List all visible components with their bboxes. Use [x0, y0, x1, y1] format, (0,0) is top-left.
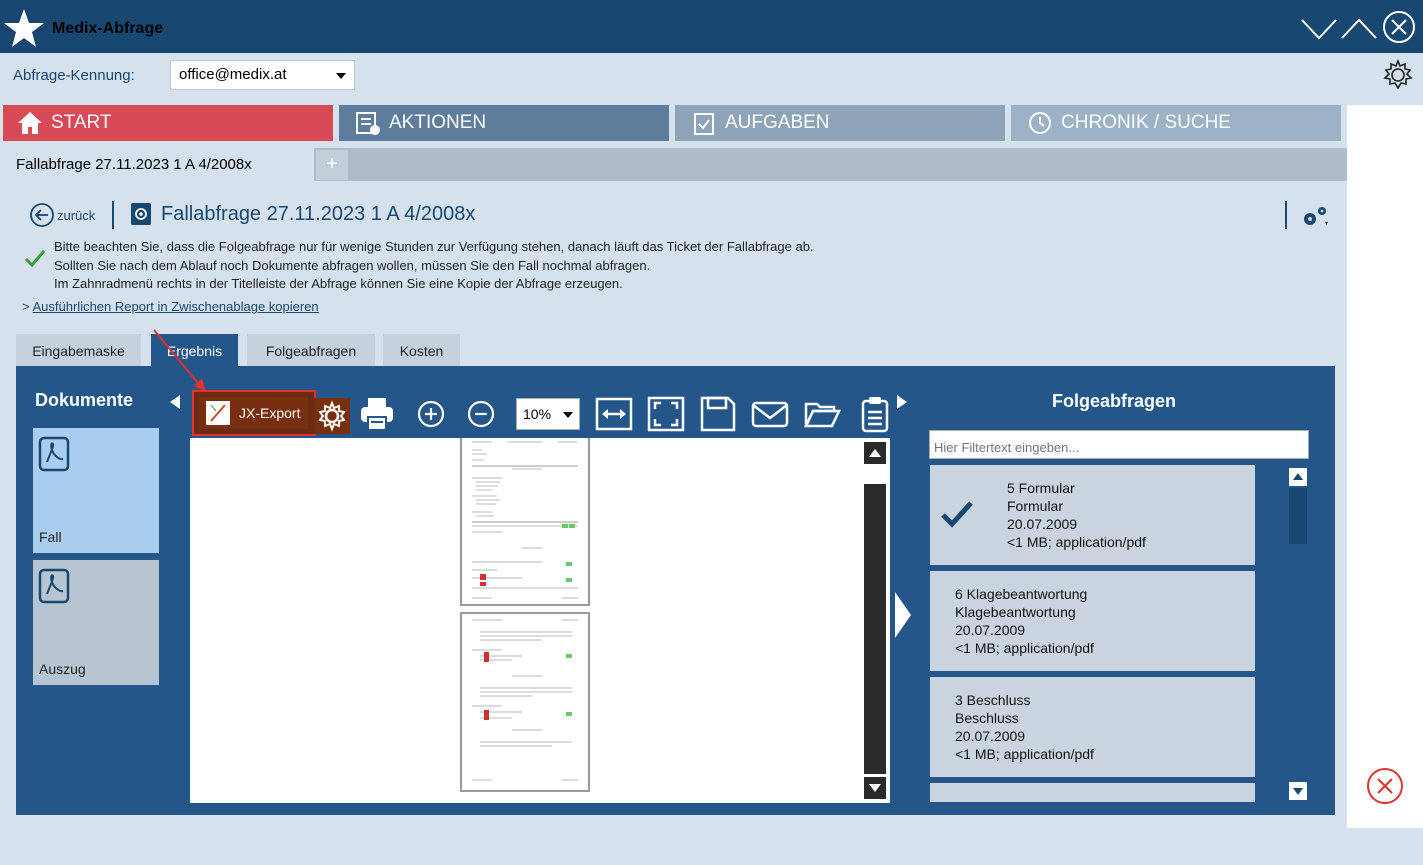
link-prefix: > [22, 299, 30, 314]
query-id-value: office@medix.at [179, 66, 287, 83]
chevron-down-icon [563, 412, 573, 418]
followup-line: 5 Formular [1007, 480, 1075, 496]
arrow-left-icon [30, 203, 54, 227]
divider [112, 201, 114, 229]
document-item[interactable]: Auszug [33, 560, 159, 685]
back-button[interactable]: zurück [29, 202, 95, 228]
folder-open-icon[interactable] [803, 395, 841, 433]
info-text-3: Im Zahnradmenü rechts in der Titelleiste… [54, 276, 623, 291]
copy-report-link[interactable]: > Ausführlichen Report in Zwischenablage… [22, 299, 319, 314]
fit-page-icon[interactable] [647, 395, 685, 433]
tab-start-label: START [51, 112, 112, 133]
annotation-arrow [150, 326, 210, 401]
close-query-icon[interactable] [1365, 766, 1405, 806]
scroll-down-icon[interactable] [864, 777, 886, 799]
filter-input[interactable] [929, 430, 1309, 459]
followups-title: Folgeabfragen [1052, 391, 1177, 411]
clock-icon [1029, 112, 1051, 134]
maximize-chevron-up-icon[interactable] [1340, 10, 1378, 44]
scroll-up-icon[interactable] [864, 442, 886, 464]
clipboard-check-icon [694, 113, 714, 135]
email-icon[interactable] [751, 395, 789, 433]
followup-line: 20.07.2009 [955, 622, 1026, 638]
followup-scroll-up-icon[interactable] [1289, 468, 1307, 486]
page-thumbnail[interactable] [460, 612, 590, 792]
page-thumbnail[interactable] [460, 438, 590, 606]
subtab-fallabfrage[interactable]: Fallabfrage 27.11.2023 1 A 4/2008x [0, 148, 314, 181]
tab-folgeabfragen[interactable]: Folgeabfragen [247, 334, 375, 367]
jx-export-button[interactable]: JX-Export [192, 390, 316, 436]
minimize-chevron-down-icon[interactable] [1300, 10, 1338, 44]
tab-aktionen[interactable]: AKTIONEN [339, 105, 669, 141]
add-tab-button[interactable]: + [316, 150, 348, 180]
jx-export-icon [206, 401, 230, 425]
followup-scroll-thumb[interactable] [1289, 488, 1307, 544]
fit-width-icon[interactable] [595, 395, 633, 433]
followup-line: <1 MB; application/pdf [955, 746, 1094, 762]
close-icon[interactable] [1380, 10, 1418, 44]
documents-title: Dokumente [35, 390, 134, 410]
contact-book-icon [128, 201, 154, 227]
bottom-bar [0, 815, 1347, 865]
followup-line: 6 Klagebeantwortung [955, 586, 1088, 602]
clipboard-icon[interactable] [856, 395, 894, 433]
followup-line: 3 Beschluss [955, 692, 1031, 708]
zoom-out-icon[interactable] [462, 395, 500, 433]
followup-line: <1 MB; application/pdf [1007, 534, 1146, 550]
pdf-icon [38, 568, 70, 604]
right-strip [1347, 105, 1423, 828]
tab-chronik-suche[interactable]: CHRONIK / SUCHE [1011, 105, 1341, 141]
check-icon [24, 247, 46, 269]
document-name: Fall [39, 529, 62, 545]
followup-line: Klagebeantwortung [955, 604, 1076, 620]
tab-kosten[interactable]: Kosten [383, 334, 460, 367]
followup-scroll-down-icon[interactable] [1289, 782, 1307, 800]
print-icon[interactable] [358, 395, 396, 433]
tab-chronik-label: CHRONIK / SUCHE [1061, 112, 1231, 133]
star-icon [3, 7, 45, 49]
followup-line: 20.07.2009 [955, 728, 1026, 744]
followup-line: 20.07.2009 [1007, 516, 1078, 532]
page-title: Fallabfrage 27.11.2023 1 A 4/2008x [161, 203, 476, 225]
tab-eingabemaske[interactable]: Eingabemaske [16, 334, 141, 367]
back-label: zurück [57, 207, 96, 223]
info-text-2: Sollten Sie nach dem Ablauf noch Dokumen… [54, 258, 651, 273]
tab-aktionen-label: AKTIONEN [389, 112, 487, 133]
jx-export-label: JX-Export [239, 405, 301, 421]
chevron-down-icon [336, 73, 346, 79]
zoom-in-icon[interactable] [412, 395, 450, 433]
window-title: Medix-Abfrage [52, 20, 164, 37]
followup-item-partial[interactable] [930, 783, 1255, 802]
query-id-select[interactable]: office@medix.at [170, 60, 355, 90]
scroll-thumb[interactable] [864, 484, 886, 774]
divider [1285, 201, 1287, 229]
document-name: Auszug [39, 661, 86, 677]
list-icon [356, 112, 380, 135]
followup-line: Formular [1007, 498, 1064, 514]
settings-gears-icon[interactable] [1299, 202, 1331, 230]
home-icon [18, 112, 42, 134]
save-icon[interactable] [699, 395, 737, 433]
scroll-right-icon[interactable] [895, 393, 909, 416]
tab-aufgaben[interactable]: AUFGABEN [675, 105, 1005, 141]
settings-gear-icon[interactable] [314, 398, 350, 434]
followup-item[interactable]: 6 Klagebeantwortung Klagebeantwortung 20… [930, 571, 1255, 671]
link-label: Ausführlichen Report in Zwischenablage k… [32, 299, 319, 314]
followup-item[interactable]: 5 Formular Formular 20.07.2009 <1 MB; ap… [930, 465, 1255, 565]
document-item[interactable]: Fall [33, 428, 159, 553]
info-text-1: Bitte beachten Sie, dass die Folgeabfrag… [54, 239, 814, 254]
collapse-right-icon[interactable] [893, 590, 913, 645]
zoom-select[interactable]: 10% [516, 398, 580, 430]
title-bar [0, 0, 1423, 53]
query-id-label: Abfrage-Kennung: [13, 67, 135, 84]
check-icon [941, 501, 973, 528]
zoom-value: 10% [523, 406, 552, 422]
tab-start[interactable]: START [3, 105, 333, 141]
tab-aufgaben-label: AUFGABEN [725, 112, 830, 133]
followup-line: <1 MB; application/pdf [955, 640, 1094, 656]
pdf-icon [38, 436, 70, 472]
followup-line: Beschluss [955, 710, 1019, 726]
followup-item[interactable]: 3 Beschluss Beschluss 20.07.2009 <1 MB; … [930, 677, 1255, 777]
gear-icon[interactable] [1381, 58, 1415, 92]
